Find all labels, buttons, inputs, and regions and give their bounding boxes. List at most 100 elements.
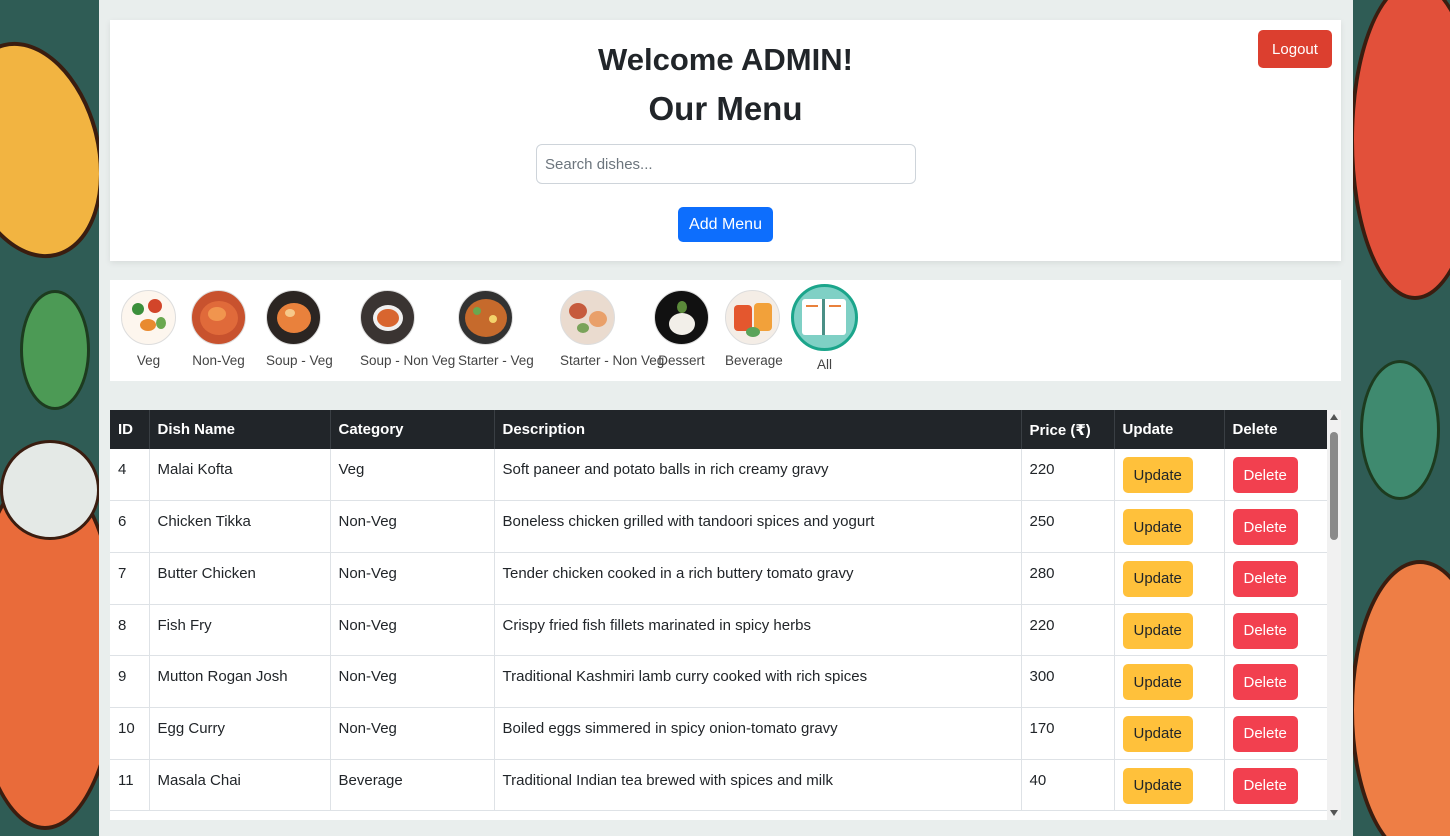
cell-id: 9: [110, 655, 150, 708]
category-soup-veg[interactable]: Soup - Veg: [266, 290, 333, 368]
column-header: Update: [1114, 410, 1225, 449]
page-title: Our Menu: [648, 90, 803, 127]
update-button[interactable]: Update: [1122, 715, 1193, 752]
category-label: Soup - Non Veg: [360, 353, 456, 368]
all-menu-icon: [791, 284, 858, 351]
cell-update: Update: [1114, 552, 1225, 605]
cell-update: Update: [1114, 449, 1225, 502]
search-input[interactable]: [536, 144, 916, 184]
cell-dish-name: Mutton Rogan Josh: [149, 655, 331, 708]
delete-button[interactable]: Delete: [1232, 560, 1298, 597]
table-row: 4 Malai Kofta Veg Soft paneer and potato…: [110, 449, 1327, 502]
scroll-down-arrow-icon[interactable]: [1330, 810, 1338, 816]
category-label: Soup - Veg: [266, 353, 333, 368]
beverage-icon: [725, 290, 780, 345]
table-scrollbar[interactable]: [1327, 410, 1341, 820]
cell-id: 7: [110, 552, 150, 605]
table-row: 10 Egg Curry Non-Veg Boiled eggs simmere…: [110, 707, 1327, 760]
category-label: Veg: [136, 353, 161, 368]
scroll-up-arrow-icon[interactable]: [1330, 414, 1338, 420]
cell-category: Non-Veg: [330, 552, 495, 605]
cell-delete: Delete: [1224, 500, 1327, 553]
cell-id: 6: [110, 500, 150, 553]
cell-description: Boiled eggs simmered in spicy onion-toma…: [494, 707, 1022, 760]
cell-update: Update: [1114, 655, 1225, 708]
column-header: Dish Name: [149, 410, 331, 449]
welcome-heading: Welcome ADMIN!: [598, 42, 853, 77]
update-button[interactable]: Update: [1122, 612, 1193, 649]
cell-id: 4: [110, 449, 150, 502]
cell-id: 10: [110, 707, 150, 760]
starter-non-veg-icon: [560, 290, 615, 345]
category-label: Starter - Veg: [458, 353, 534, 368]
cell-price: 220: [1021, 449, 1115, 502]
cell-update: Update: [1114, 707, 1225, 760]
cell-delete: Delete: [1224, 707, 1327, 760]
update-button[interactable]: Update: [1122, 664, 1193, 701]
main-container: Welcome ADMIN! Our Menu Add Menu Logout …: [99, 0, 1353, 836]
cell-price: 250: [1021, 500, 1115, 553]
cell-price: 40: [1021, 759, 1115, 812]
non-veg-icon: [191, 290, 246, 345]
cell-price: 300: [1021, 655, 1115, 708]
category-starter-veg[interactable]: Starter - Veg: [458, 290, 534, 368]
delete-button[interactable]: Delete: [1232, 612, 1298, 649]
category-bar: Veg Non-Veg Soup - Veg Soup - Non Veg St…: [110, 280, 1341, 381]
header-card: Welcome ADMIN! Our Menu Add Menu Logout: [110, 20, 1341, 261]
add-menu-button[interactable]: Add Menu: [678, 207, 773, 242]
cell-dish-name: Egg Curry: [149, 707, 331, 760]
category-label: All: [816, 357, 832, 372]
column-header: ID: [110, 410, 150, 449]
update-button[interactable]: Update: [1122, 457, 1193, 493]
cell-dish-name: Malai Kofta: [149, 449, 331, 502]
table-row: 7 Butter Chicken Non-Veg Tender chicken …: [110, 552, 1327, 605]
cell-description: Soft paneer and potato balls in rich cre…: [494, 449, 1022, 502]
delete-button[interactable]: Delete: [1232, 664, 1298, 701]
cell-delete: Delete: [1224, 449, 1327, 502]
category-dessert[interactable]: Dessert: [654, 290, 709, 368]
soup-non-veg-icon: [360, 290, 415, 345]
column-header: Description: [494, 410, 1022, 449]
category-label: Beverage: [725, 353, 783, 368]
column-header: Price (₹): [1021, 410, 1115, 449]
cell-update: Update: [1114, 500, 1225, 553]
category-label: Starter - Non Veg: [560, 353, 665, 368]
cell-category: Non-Veg: [330, 655, 495, 708]
cell-description: Traditional Indian tea brewed with spice…: [494, 759, 1022, 812]
table-row: 8 Fish Fry Non-Veg Crispy fried fish fil…: [110, 604, 1327, 657]
update-button[interactable]: Update: [1122, 560, 1193, 597]
table-header-row: ID Dish Name Category Description Price …: [110, 410, 1327, 449]
starter-veg-icon: [458, 290, 513, 345]
cell-delete: Delete: [1224, 759, 1327, 812]
delete-button[interactable]: Delete: [1232, 715, 1298, 752]
category-veg[interactable]: Veg: [121, 290, 176, 368]
cell-dish-name: Chicken Tikka: [149, 500, 331, 553]
category-starter-non-veg[interactable]: Starter - Non Veg: [560, 290, 665, 368]
cell-description: Crispy fried fish fillets marinated in s…: [494, 604, 1022, 657]
cell-delete: Delete: [1224, 604, 1327, 657]
cell-update: Update: [1114, 759, 1225, 812]
cell-category: Beverage: [330, 759, 495, 812]
category-soup-non-veg[interactable]: Soup - Non Veg: [360, 290, 456, 368]
category-beverage[interactable]: Beverage: [725, 290, 783, 368]
scroll-thumb[interactable]: [1330, 432, 1338, 540]
table-row: 6 Chicken Tikka Non-Veg Boneless chicken…: [110, 500, 1327, 553]
cell-dish-name: Butter Chicken: [149, 552, 331, 605]
cell-update: Update: [1114, 604, 1225, 657]
category-non-veg[interactable]: Non-Veg: [191, 290, 246, 368]
delete-button[interactable]: Delete: [1232, 457, 1298, 493]
delete-button[interactable]: Delete: [1232, 767, 1298, 804]
update-button[interactable]: Update: [1122, 509, 1193, 546]
cell-description: Tender chicken cooked in a rich buttery …: [494, 552, 1022, 605]
category-all[interactable]: All: [790, 284, 859, 372]
column-header: Category: [330, 410, 495, 449]
table-row: 11 Masala Chai Beverage Traditional Indi…: [110, 759, 1327, 812]
logout-button[interactable]: Logout: [1258, 30, 1332, 68]
menu-table: ID Dish Name Category Description Price …: [110, 410, 1327, 812]
update-button[interactable]: Update: [1122, 767, 1193, 804]
delete-button[interactable]: Delete: [1232, 509, 1298, 546]
cell-dish-name: Masala Chai: [149, 759, 331, 812]
cell-category: Non-Veg: [330, 707, 495, 760]
cell-delete: Delete: [1224, 552, 1327, 605]
cell-description: Traditional Kashmiri lamb curry cooked w…: [494, 655, 1022, 708]
